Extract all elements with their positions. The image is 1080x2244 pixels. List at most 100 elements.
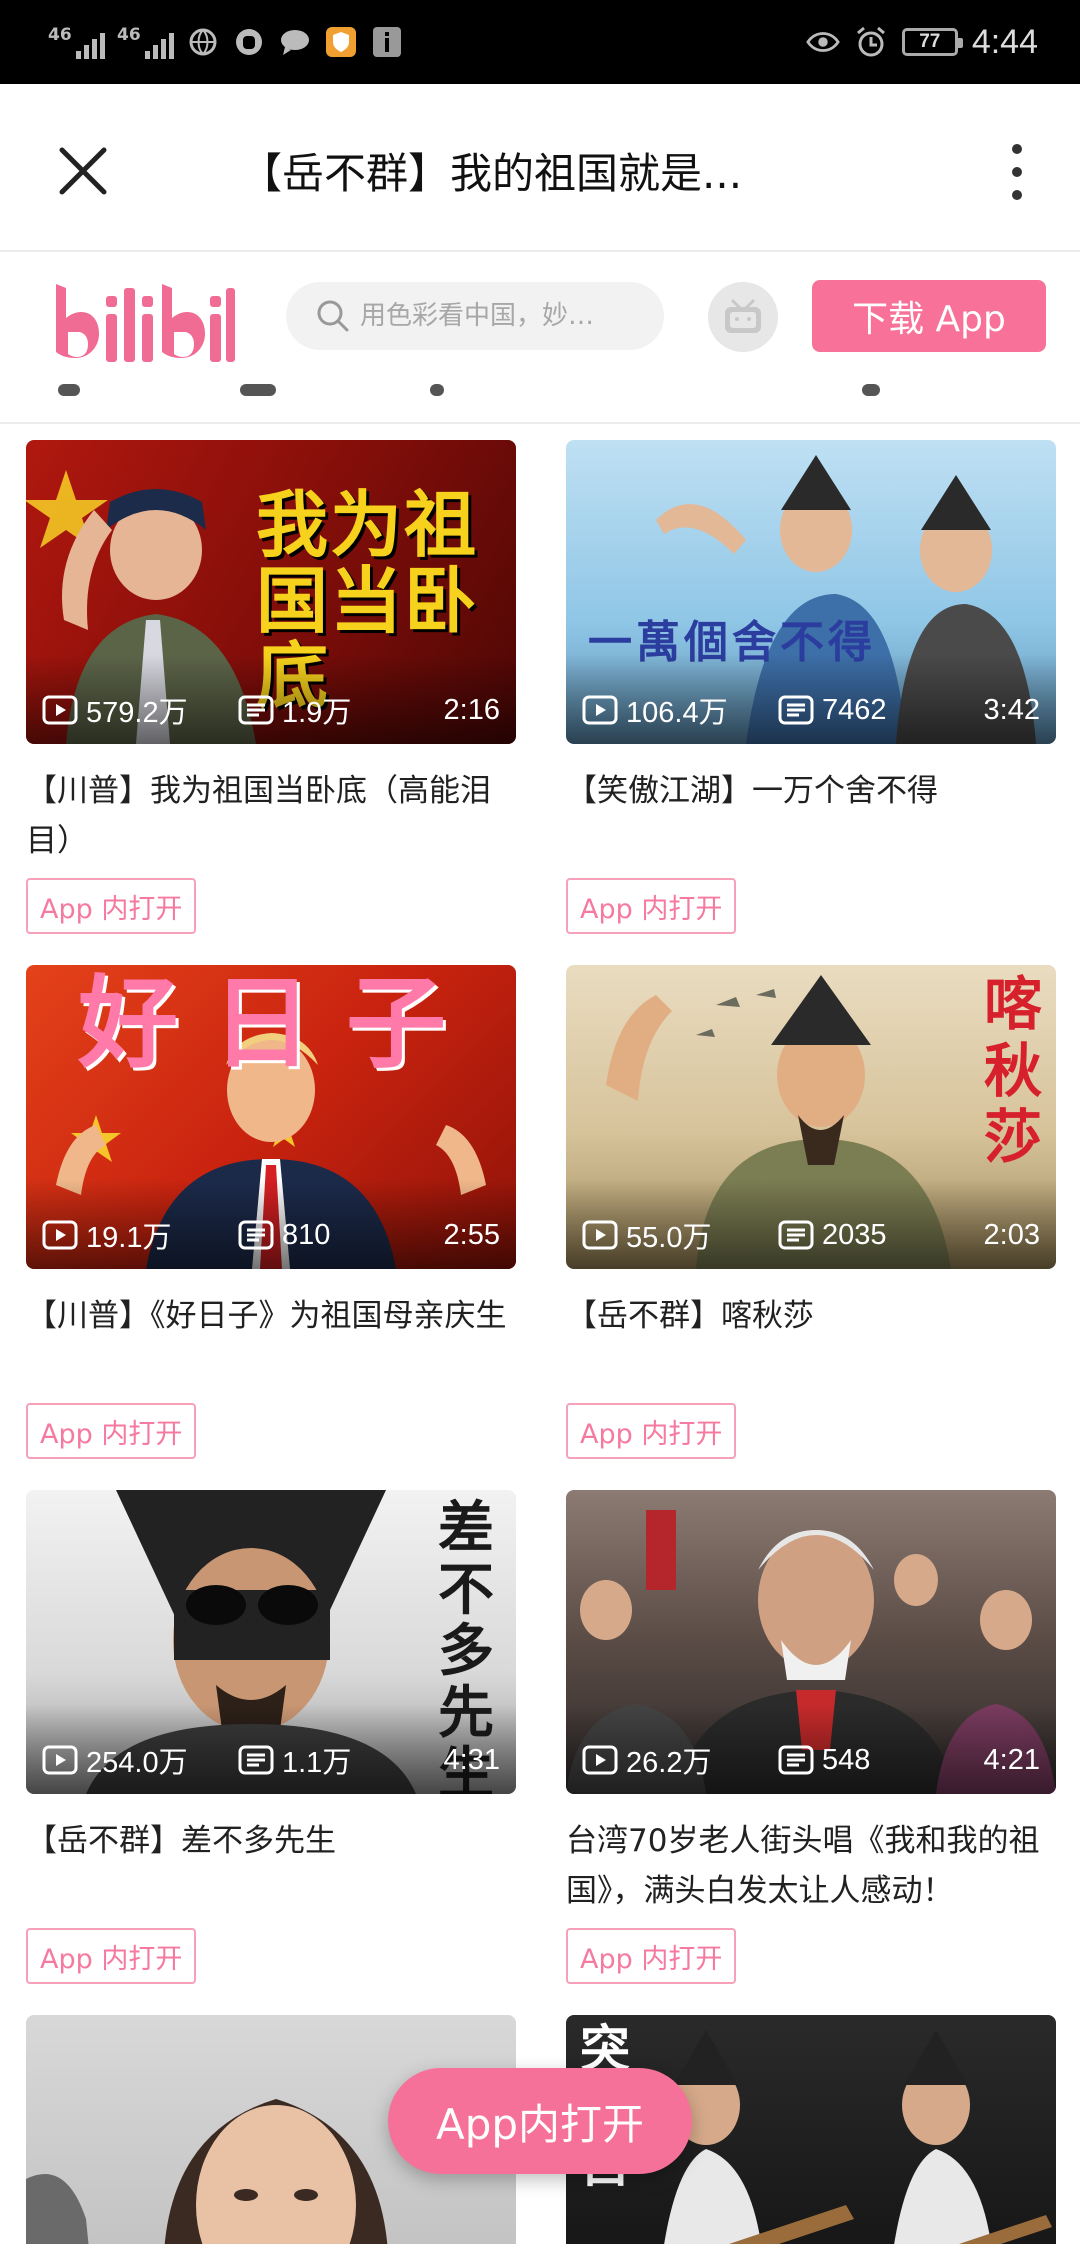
webview-title-bar: 【岳不群】我的祖国就是... (0, 84, 1080, 252)
danmaku-icon (778, 1220, 814, 1250)
danmaku-count-value: 1.1万 (282, 1747, 352, 1779)
play-count-icon (42, 1745, 78, 1775)
open-in-app-button[interactable]: App 内打开 (26, 1928, 197, 1984)
video-duration: 3:42 (983, 693, 1040, 726)
video-card[interactable]: 26.2万 548 4:21 台湾70岁老人街头唱《我和我的祖国》，满头白发太让… (566, 1490, 1056, 1984)
play-count-icon (582, 695, 618, 725)
thumbnail-caption: 好日子 (78, 965, 480, 1082)
open-in-app-button[interactable]: App 内打开 (566, 1928, 737, 1984)
video-thumbnail[interactable]: 26.2万 548 4:21 (566, 1490, 1056, 1794)
signal-icon: 46 (48, 25, 105, 59)
more-dot-icon (1012, 167, 1022, 177)
video-duration: 2:55 (443, 1218, 500, 1251)
video-stats: 26.2万 548 4:21 (582, 1740, 1040, 1780)
video-thumbnail[interactable]: 差不多先生 254.0万 1.1万 4:31 (26, 1490, 516, 1794)
open-in-app-button[interactable]: App 内打开 (566, 878, 737, 934)
battery-level: 77 (919, 31, 941, 52)
view-count: 55.0万 (582, 1214, 778, 1256)
avatar[interactable] (708, 282, 778, 352)
video-thumbnail[interactable]: 一萬個舍不得 106.4万 7462 3:42 (566, 440, 1056, 744)
view-count-value: 26.2万 (626, 1747, 712, 1779)
view-count: 106.4万 (582, 689, 778, 731)
eye-icon (805, 25, 840, 59)
close-button[interactable] (48, 136, 118, 206)
search-bar[interactable] (286, 282, 664, 350)
page-title: 【岳不群】我的祖国就是... (240, 149, 743, 198)
danmaku-icon (238, 1745, 274, 1775)
danmaku-count: 2035 (778, 1219, 984, 1252)
status-bar: 46 46 77 4:44 (0, 0, 1080, 84)
video-duration: 4:31 (443, 1743, 500, 1776)
chat-icon (278, 25, 312, 59)
play-count-icon (42, 695, 78, 725)
video-card[interactable]: 好日子 19.1万 810 2:55 【川普】《好日子》为祖国母亲庆生 App … (26, 965, 516, 1459)
thumbnail-caption: 喀秋莎 (984, 970, 1043, 1172)
danmaku-icon (238, 695, 274, 725)
more-menu-button[interactable] (992, 140, 1042, 204)
open-in-app-button[interactable]: App 内打开 (566, 1403, 737, 1459)
open-in-app-button[interactable]: App 内打开 (26, 1403, 197, 1459)
video-card[interactable]: 喀秋莎 55.0万 2035 2:03 【岳不群】喀秋莎 App 内打开 (566, 965, 1056, 1459)
video-stats: 106.4万 7462 3:42 (582, 690, 1040, 730)
floating-open-in-app-button[interactable]: App内打开 (388, 2068, 692, 2174)
video-stats: 19.1万 810 2:55 (42, 1215, 500, 1255)
close-icon (59, 147, 107, 195)
status-left: 46 46 (48, 20, 404, 64)
clock: 4:44 (971, 22, 1038, 61)
play-count-icon (582, 1745, 618, 1775)
alarm-icon (854, 25, 888, 59)
shield-app-icon (324, 25, 358, 59)
video-card[interactable]: 我为祖国当卧底 579.2万 1.9万 2:16 【川普】我为祖国当卧底（高能泪… (26, 440, 516, 934)
video-title[interactable]: 【岳不群】差不多先生 (26, 1816, 516, 1916)
download-app-button[interactable]: 下载 App (812, 280, 1046, 352)
video-thumbnail[interactable]: 我为祖国当卧底 579.2万 1.9万 2:16 (26, 440, 516, 744)
danmaku-count-value: 810 (282, 1218, 331, 1251)
more-dot-icon (1012, 190, 1022, 200)
video-duration: 2:16 (443, 693, 500, 726)
info-app-icon (370, 25, 404, 59)
view-count-value: 106.4万 (626, 697, 728, 729)
danmaku-count-value: 548 (822, 1743, 871, 1776)
view-count-value: 579.2万 (86, 697, 188, 729)
view-count-value: 55.0万 (626, 1222, 712, 1254)
bilibili-logo[interactable] (50, 274, 235, 370)
danmaku-count: 810 (238, 1219, 444, 1252)
network-type-label: 46 (48, 25, 72, 45)
view-count: 19.1万 (42, 1214, 238, 1256)
video-stats: 579.2万 1.9万 2:16 (42, 690, 500, 730)
view-count-value: 19.1万 (86, 1222, 172, 1254)
video-title[interactable]: 【川普】我为祖国当卧底（高能泪目） (26, 766, 516, 866)
danmaku-count: 1.1万 (238, 1739, 444, 1781)
video-duration: 4:21 (983, 1743, 1040, 1776)
video-title[interactable]: 【岳不群】喀秋莎 (566, 1291, 1056, 1391)
network-type-label-2: 46 (117, 25, 141, 45)
globe-icon (186, 25, 220, 59)
video-title[interactable]: 台湾70岁老人街头唱《我和我的祖国》，满头白发太让人感动！ (566, 1816, 1056, 1916)
danmaku-count-value: 7462 (822, 693, 887, 726)
play-count-icon (42, 1220, 78, 1250)
video-card[interactable]: 差不多先生 254.0万 1.1万 4:31 【岳不群】差不多先生 App 内打… (26, 1490, 516, 1984)
battery-icon: 77 (901, 28, 963, 56)
video-title[interactable]: 【笑傲江湖】一万个舍不得 (566, 766, 1056, 866)
video-duration: 2:03 (983, 1218, 1040, 1251)
site-header: 下载 App (0, 252, 1080, 424)
view-count: 579.2万 (42, 689, 238, 731)
danmaku-count-value: 2035 (822, 1218, 887, 1251)
video-card[interactable]: 一萬個舍不得 106.4万 7462 3:42 【笑傲江湖】一万个舍不得 App… (566, 440, 1056, 934)
more-dot-icon (1012, 144, 1022, 154)
video-title[interactable]: 【川普】《好日子》为祖国母亲庆生 (26, 1291, 516, 1391)
search-input[interactable] (360, 301, 630, 331)
open-in-app-button[interactable]: App 内打开 (26, 878, 197, 934)
play-count-icon (582, 1220, 618, 1250)
view-count-value: 254.0万 (86, 1747, 188, 1779)
danmaku-icon (238, 1220, 274, 1250)
video-stats: 55.0万 2035 2:03 (582, 1215, 1040, 1255)
video-stats: 254.0万 1.1万 4:31 (42, 1740, 500, 1780)
danmaku-icon (778, 1745, 814, 1775)
video-thumbnail[interactable]: 好日子 19.1万 810 2:55 (26, 965, 516, 1269)
danmaku-icon (778, 695, 814, 725)
tv-mascot-icon (725, 299, 761, 333)
signal-icon-2: 46 (117, 25, 174, 59)
view-count: 254.0万 (42, 1739, 238, 1781)
video-thumbnail[interactable]: 喀秋莎 55.0万 2035 2:03 (566, 965, 1056, 1269)
